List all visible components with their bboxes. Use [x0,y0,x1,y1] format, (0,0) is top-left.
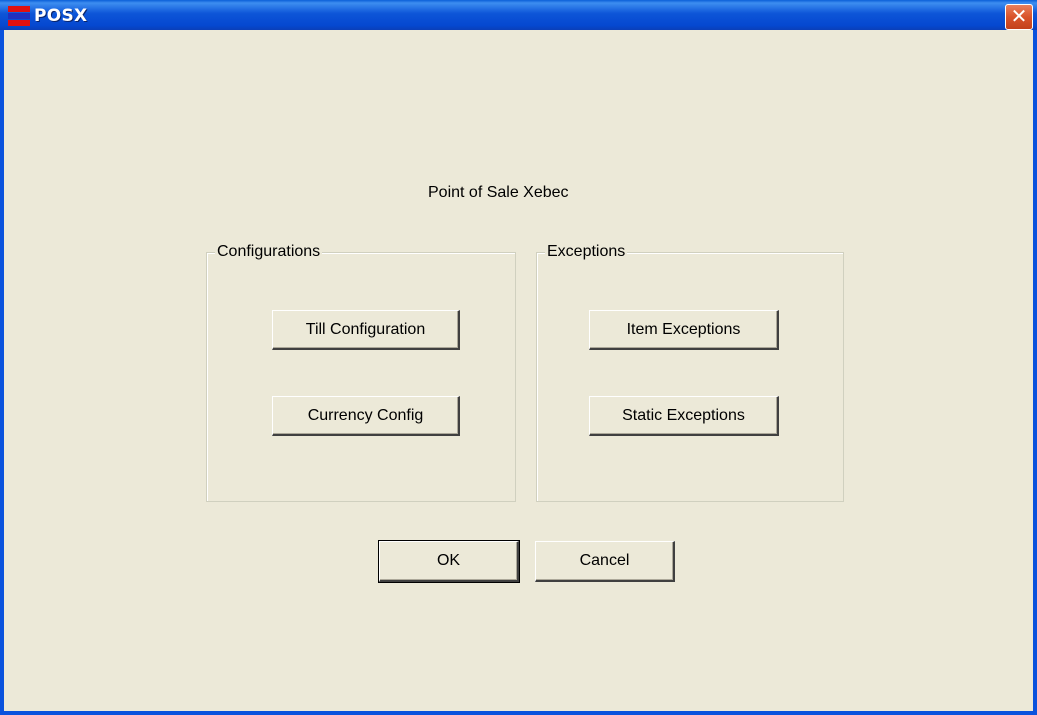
app-caption: Point of Sale Xebec [428,184,569,201]
title-bar[interactable]: POSX ✕ [0,0,1037,30]
exceptions-group-label: Exceptions [545,243,628,261]
close-icon: ✕ [1010,4,1028,28]
item-exceptions-button[interactable]: Item Exceptions [589,310,779,350]
static-exceptions-button[interactable]: Static Exceptions [589,396,779,436]
exceptions-group: Exceptions [536,243,844,502]
ok-button[interactable]: OK [378,540,520,583]
cancel-button[interactable]: Cancel [535,541,675,582]
currency-config-button[interactable]: Currency Config [272,396,460,436]
configurations-group-label: Configurations [215,243,323,261]
app-icon [8,6,30,26]
close-button[interactable]: ✕ [1005,4,1033,30]
till-configuration-button[interactable]: Till Configuration [272,310,460,350]
posx-dialog: POSX ✕ Point of Sale Xebec Configuration… [0,0,1037,715]
configurations-group: Configurations [206,243,516,502]
window-title: POSX [34,6,88,26]
